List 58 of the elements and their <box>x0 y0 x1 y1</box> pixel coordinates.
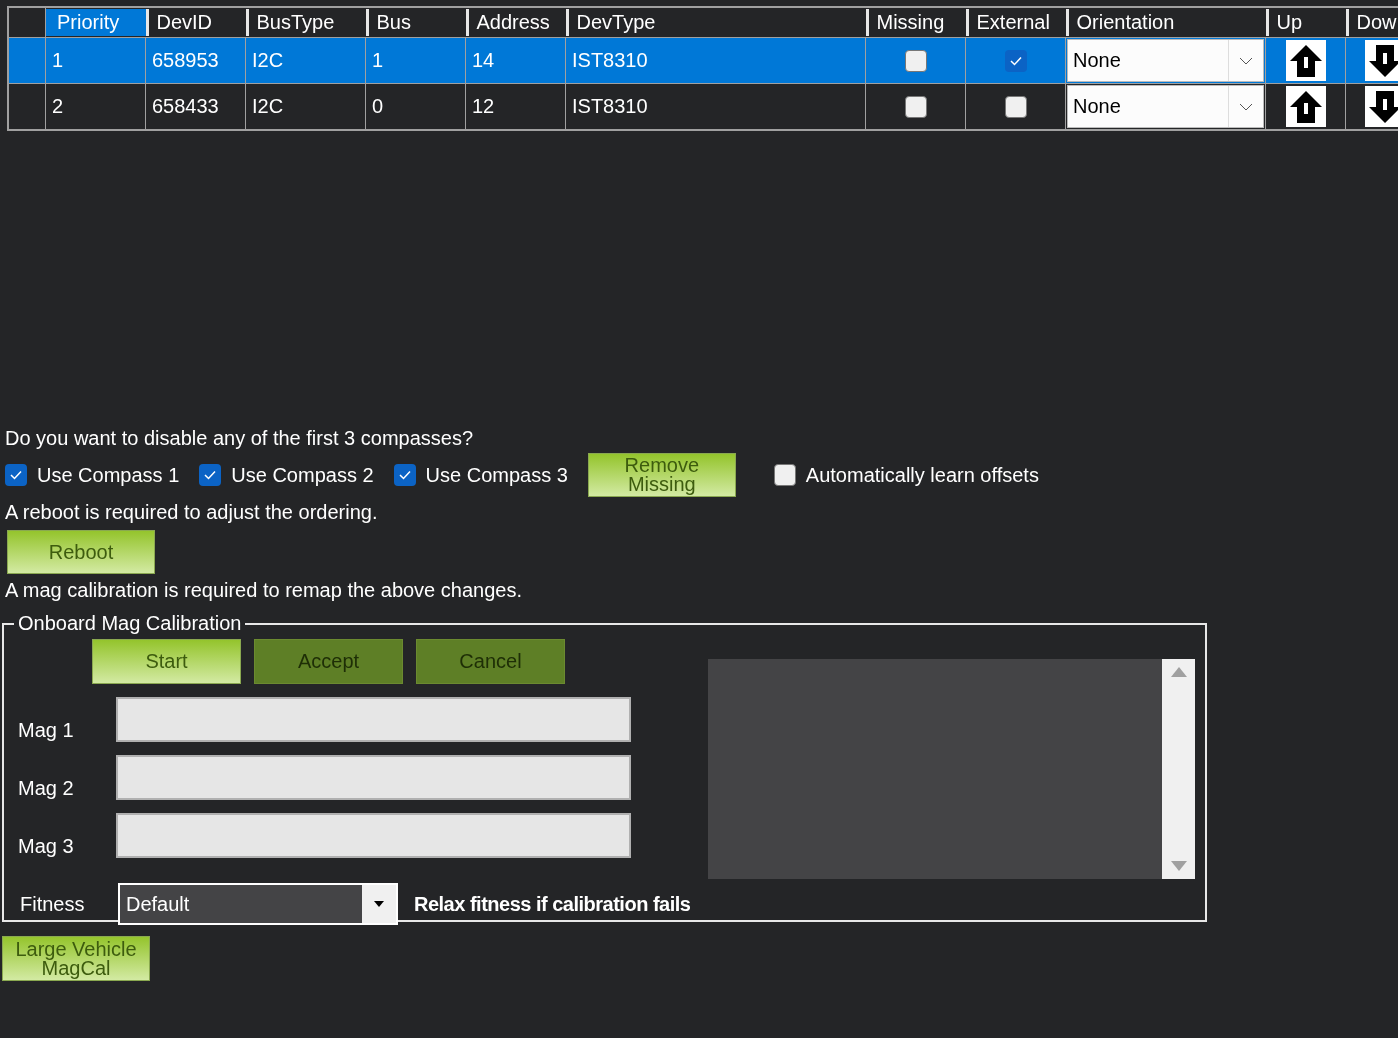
fitness-label: Fitness <box>19 892 86 916</box>
checkbox[interactable] <box>1004 49 1027 72</box>
table-cell-text: 2 <box>51 95 64 117</box>
fitness-dropdown[interactable]: Default <box>118 883 398 925</box>
table-cell-text: 12 <box>471 95 495 117</box>
table-cell-text: 0 <box>371 95 384 117</box>
check-icon <box>204 470 217 480</box>
checkbox-label: Use Compass 3 <box>425 463 568 487</box>
orientation-dropdown[interactable]: None <box>1067 39 1264 82</box>
checkbox[interactable] <box>773 464 796 486</box>
table-cell-text: IST8310 <box>571 95 648 117</box>
reboot-note: A reboot is required to adjust the ordering. <box>5 500 379 525</box>
checkbox-label: Use Compass 2 <box>231 463 374 487</box>
checkbox[interactable] <box>199 464 222 486</box>
remove-missing-button[interactable]: Remove Missing <box>587 453 736 497</box>
table-cell-text: 658953 <box>151 49 219 71</box>
calibration-note: A mag calibration is required to remap the above changes. <box>5 578 523 603</box>
checkbox[interactable] <box>393 464 416 486</box>
up-arrow-icon <box>1288 89 1323 124</box>
up-arrow-icon <box>1288 43 1323 78</box>
table-cell-text: I2C <box>251 49 284 71</box>
table-cell-text: 14 <box>471 49 495 71</box>
large-vehicle-button[interactable]: Large Vehicle MagCal <box>2 936 150 981</box>
move-down-button[interactable] <box>1365 40 1398 81</box>
checkbox-label: Use Compass 1 <box>37 463 180 487</box>
group-title: Onboard Mag Calibration <box>17 612 243 635</box>
relax-label: Relax fitness if calibration fails <box>414 892 691 916</box>
check-icon <box>10 470 22 480</box>
checkbox[interactable] <box>5 464 27 486</box>
prompt-text: Do you want to disable any of the first 3 compasses? <box>5 426 475 451</box>
chevron-icon <box>1239 56 1253 65</box>
chevron-icon <box>1239 102 1253 111</box>
mag-label: Mag 1 <box>18 719 75 742</box>
check-icon <box>1009 55 1022 66</box>
mag-label: Mag 2 <box>18 777 75 800</box>
table-cell-text: 1 <box>51 49 64 71</box>
table-cell-text: 658433 <box>151 95 219 117</box>
dropdown-arrow-icon <box>374 901 384 907</box>
table-row[interactable]: 2 658433 I2C 0 12 IST8310 None <box>8 83 1398 130</box>
table-cell-text: I2C <box>251 95 284 117</box>
down-arrow-icon <box>1368 89 1398 124</box>
table-cell-text: IST8310 <box>571 49 648 71</box>
move-up-button[interactable] <box>1285 40 1326 81</box>
table-row[interactable]: 1 658953 I2C 1 14 IST8310 None <box>8 37 1398 84</box>
calibration-button[interactable]: Start <box>92 639 241 684</box>
orientation-dropdown[interactable]: None <box>1067 85 1264 128</box>
checkbox-label: Automatically learn offsets <box>805 463 1039 487</box>
table-cell-text: 1 <box>371 49 384 71</box>
reboot-button[interactable]: Reboot <box>7 530 155 574</box>
move-up-button[interactable] <box>1285 86 1326 127</box>
move-down-button[interactable] <box>1365 86 1398 127</box>
mag-label: Mag 3 <box>18 835 75 858</box>
checkbox[interactable] <box>1004 95 1027 118</box>
column-header[interactable]: Priority <box>46 9 146 36</box>
checkbox[interactable] <box>904 95 927 118</box>
check-icon <box>398 470 411 480</box>
down-arrow-icon <box>1368 43 1398 78</box>
checkbox[interactable] <box>904 49 927 72</box>
